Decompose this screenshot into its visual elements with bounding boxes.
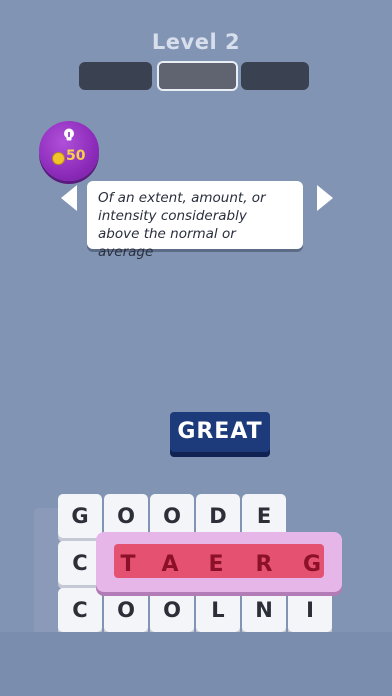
answer-word: GREAT [170, 412, 270, 452]
overlay-letter: T [120, 552, 136, 577]
lightbulb-icon [64, 128, 74, 141]
level-title: Level 2 [151, 30, 241, 54]
letter-tile[interactable]: C [58, 588, 102, 632]
previous-clue-arrow[interactable] [61, 185, 77, 211]
letter-tile[interactable]: O [150, 588, 194, 632]
letter-tile[interactable]: I [288, 588, 332, 632]
overlay-letter: A [161, 552, 179, 577]
next-clue-arrow[interactable] [317, 185, 333, 211]
letter-tile[interactable]: O [104, 588, 148, 632]
level-progress-bar [79, 61, 309, 92]
hint-button[interactable]: 50 [39, 121, 99, 181]
letter-tile[interactable]: G [58, 494, 102, 538]
hint-cost: 50 [66, 148, 86, 164]
progress-segment-3 [241, 62, 309, 90]
overlay-letter: G [302, 552, 322, 577]
coin-icon [52, 152, 65, 165]
overlay-letter: E [208, 552, 224, 577]
clue-card: Of an extent, amount, or intensity consi… [87, 181, 303, 260]
overlay-letter: R [255, 552, 273, 577]
letter-tile[interactable]: L [196, 588, 240, 632]
progress-segment-2-current [157, 61, 238, 91]
tile-block-side [34, 508, 60, 634]
letter-tile[interactable]: N [242, 588, 286, 632]
floor [0, 632, 392, 696]
progress-segment-1 [79, 62, 152, 90]
